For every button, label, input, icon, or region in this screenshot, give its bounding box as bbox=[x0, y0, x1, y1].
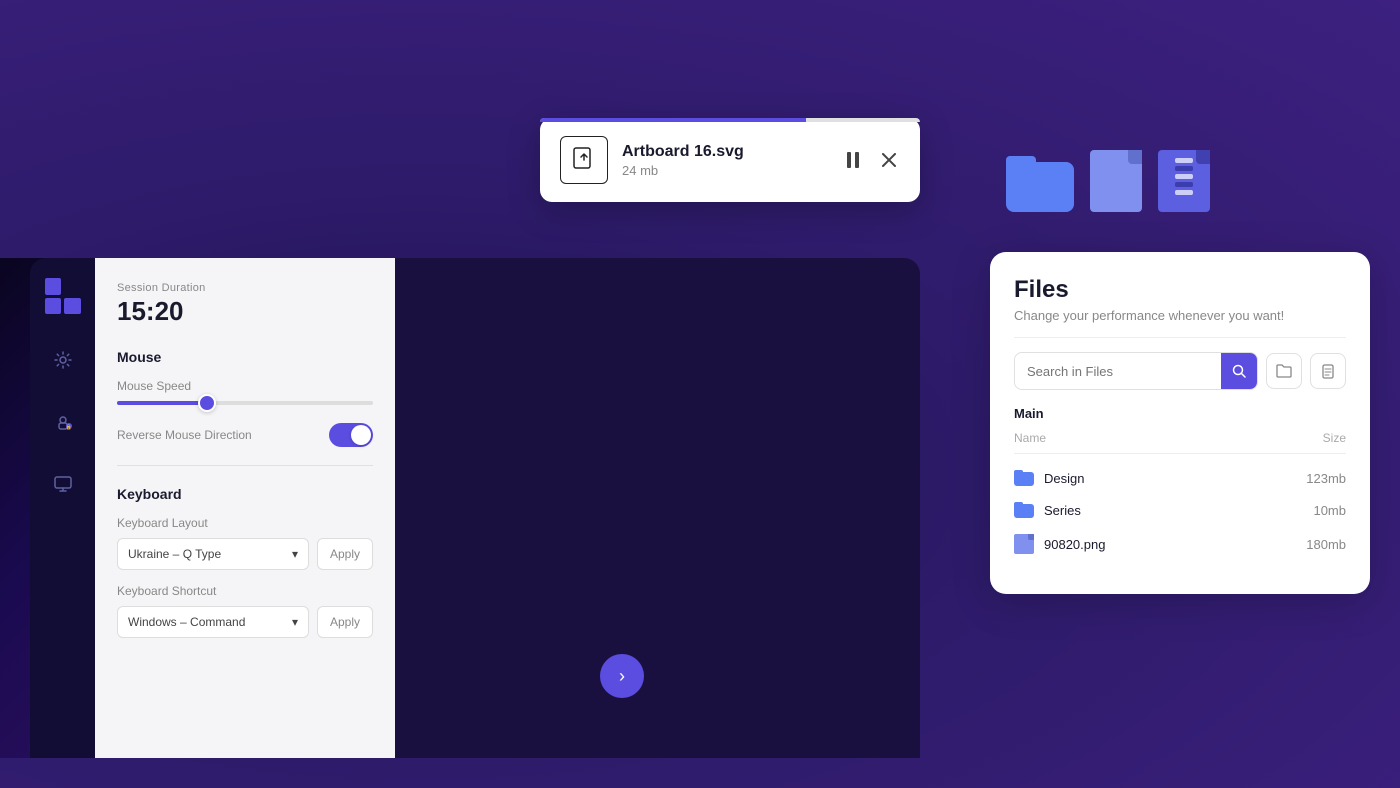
file-button[interactable] bbox=[1310, 353, 1346, 389]
dropdown-arrow-2: ▾ bbox=[292, 615, 298, 629]
upload-info: Artboard 16.svg 24 mb bbox=[622, 143, 828, 178]
search-box bbox=[1014, 352, 1258, 390]
file-icons-row bbox=[1006, 150, 1210, 212]
file-row-image[interactable]: 90820.png 180mb bbox=[1014, 526, 1346, 562]
zip-icon bbox=[1158, 150, 1210, 212]
document-icon bbox=[1090, 150, 1142, 212]
keyboard-layout-value: Ukraine – Q Type bbox=[128, 547, 221, 561]
toggle-knob bbox=[351, 425, 371, 445]
keyboard-layout-label: Keyboard Layout bbox=[117, 516, 373, 530]
folder-icon-1 bbox=[1006, 156, 1074, 212]
file-name-design: Design bbox=[1014, 470, 1084, 486]
files-table-header: Name Size bbox=[1014, 431, 1346, 454]
logo-tr bbox=[64, 278, 81, 295]
reverse-mouse-toggle[interactable] bbox=[329, 423, 373, 447]
file-label-image: 90820.png bbox=[1044, 537, 1105, 552]
sidebar-logo bbox=[45, 278, 81, 314]
col-size-header: Size bbox=[1323, 431, 1346, 445]
zip-stripe-2 bbox=[1175, 166, 1193, 171]
upload-size: 24 mb bbox=[622, 163, 828, 178]
keyboard-section-title: Keyboard bbox=[117, 486, 373, 502]
reverse-mouse-row: Reverse Mouse Direction bbox=[117, 423, 373, 447]
sidebar-item-monitor[interactable] bbox=[47, 468, 79, 500]
keyboard-shortcut-row: Windows – Command ▾ Apply bbox=[117, 606, 373, 638]
search-input[interactable] bbox=[1015, 356, 1221, 387]
mouse-speed-label: Mouse Speed bbox=[117, 379, 373, 393]
search-row bbox=[1014, 352, 1346, 390]
keyboard-layout-dropdown[interactable]: Ukraine – Q Type ▾ bbox=[117, 538, 309, 570]
file-size-series: 10mb bbox=[1313, 503, 1346, 518]
dropdown-arrow-1: ▾ bbox=[292, 547, 298, 561]
files-divider bbox=[1014, 337, 1346, 338]
zip-stripe-1 bbox=[1175, 158, 1193, 163]
keyboard-layout-apply[interactable]: Apply bbox=[317, 538, 373, 570]
upload-card: Artboard 16.svg 24 mb bbox=[540, 118, 920, 202]
keyboard-shortcut-apply[interactable]: Apply bbox=[317, 606, 373, 638]
sidebar: 🔒 bbox=[30, 258, 95, 758]
folder-button[interactable] bbox=[1266, 353, 1302, 389]
logo-bl bbox=[45, 298, 62, 315]
mouse-speed-row: Mouse Speed bbox=[117, 379, 373, 405]
keyboard-shortcut-dropdown[interactable]: Windows – Command ▾ bbox=[117, 606, 309, 638]
search-button[interactable] bbox=[1221, 353, 1257, 389]
keyboard-section: Keyboard Keyboard Layout Ukraine – Q Typ… bbox=[117, 486, 373, 638]
settings-panel: Session Duration 15:20 Mouse Mouse Speed… bbox=[95, 258, 395, 758]
app-window: 🔒 Session Duration 15:20 Mouse Mouse Spe… bbox=[30, 258, 920, 758]
upload-filename: Artboard 16.svg bbox=[622, 143, 828, 161]
slider-fill bbox=[117, 401, 207, 405]
logo-tl bbox=[45, 278, 62, 295]
pause-button[interactable] bbox=[842, 148, 864, 172]
next-button[interactable]: › bbox=[600, 654, 644, 698]
logo-br bbox=[64, 298, 81, 315]
reverse-mouse-label: Reverse Mouse Direction bbox=[117, 428, 252, 442]
divider-1 bbox=[117, 465, 373, 466]
slider-thumb bbox=[198, 394, 216, 412]
zip-stripe-3 bbox=[1175, 174, 1193, 179]
folder-body-series bbox=[1014, 504, 1034, 518]
upload-progress-bar bbox=[540, 118, 806, 122]
sidebar-item-settings[interactable] bbox=[47, 344, 79, 376]
session-label: Session Duration bbox=[117, 282, 373, 294]
file-size-image: 180mb bbox=[1306, 537, 1346, 552]
image-file-icon bbox=[1014, 534, 1034, 554]
folder-icon-series bbox=[1014, 502, 1034, 518]
file-row-design[interactable]: Design 123mb bbox=[1014, 462, 1346, 494]
col-name-header: Name bbox=[1014, 431, 1046, 445]
zip-stripe-5 bbox=[1175, 190, 1193, 195]
session-time: 15:20 bbox=[117, 296, 373, 327]
file-label-design: Design bbox=[1044, 471, 1084, 486]
next-icon: › bbox=[619, 666, 625, 687]
folder-body-1 bbox=[1006, 162, 1074, 212]
file-name-series: Series bbox=[1014, 502, 1081, 518]
files-title: Files bbox=[1014, 276, 1346, 304]
folder-body-design bbox=[1014, 472, 1034, 486]
keyboard-shortcut-value: Windows – Command bbox=[128, 615, 245, 629]
folder-icon-design bbox=[1014, 470, 1034, 486]
keyboard-layout-row: Ukraine – Q Type ▾ Apply bbox=[117, 538, 373, 570]
upload-controls bbox=[842, 148, 900, 172]
close-upload-button[interactable] bbox=[878, 149, 900, 171]
files-section-title: Main bbox=[1014, 406, 1346, 421]
keyboard-shortcut-label: Keyboard Shortcut bbox=[117, 584, 373, 598]
upload-progress-track bbox=[540, 118, 920, 122]
file-name-image: 90820.png bbox=[1014, 534, 1105, 554]
sidebar-item-security[interactable]: 🔒 bbox=[47, 406, 79, 438]
files-subtitle: Change your performance whenever you wan… bbox=[1014, 308, 1346, 323]
zip-stripe-4 bbox=[1175, 182, 1193, 187]
mouse-section-title: Mouse bbox=[117, 349, 373, 365]
file-label-series: Series bbox=[1044, 503, 1081, 518]
file-row-series[interactable]: Series 10mb bbox=[1014, 494, 1346, 526]
files-panel: Files Change your performance whenever y… bbox=[990, 252, 1370, 594]
upload-file-icon bbox=[560, 136, 608, 184]
file-size-design: 123mb bbox=[1306, 471, 1346, 486]
svg-text:🔒: 🔒 bbox=[65, 424, 71, 431]
mouse-speed-slider[interactable] bbox=[117, 401, 373, 405]
